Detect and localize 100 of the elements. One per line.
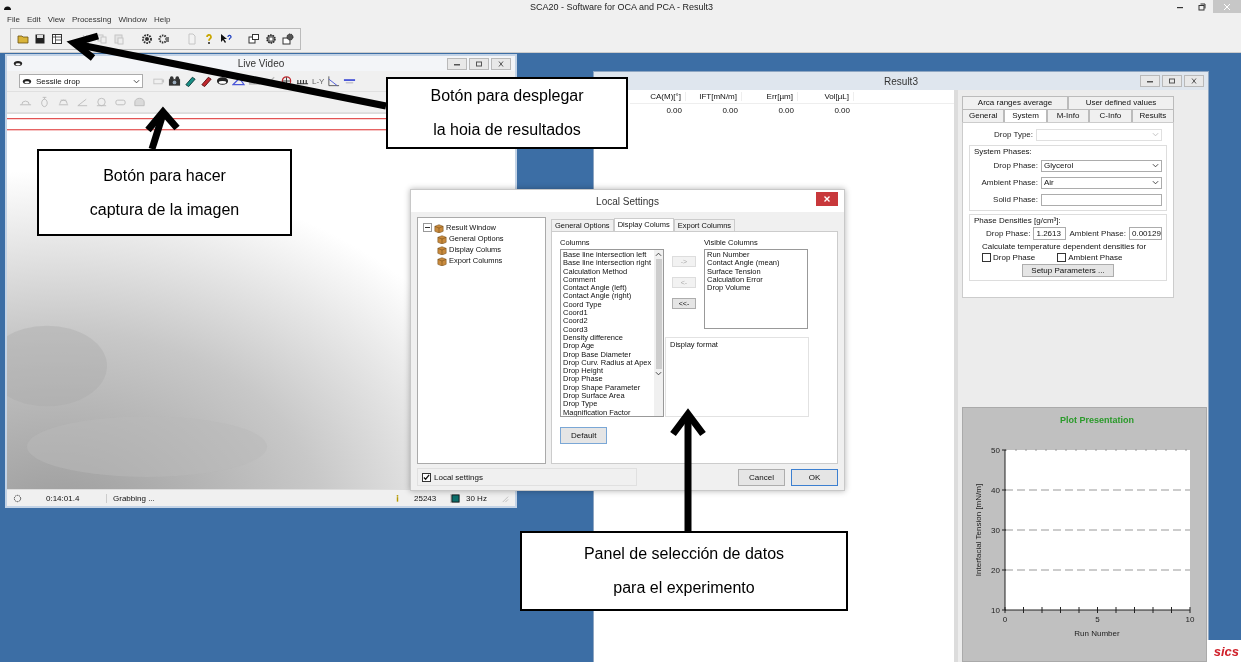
close-icon xyxy=(1190,78,1198,84)
column-header[interactable]: Err[µm] xyxy=(742,92,798,101)
pointer-help-icon[interactable] xyxy=(220,33,232,45)
chevron-down-icon xyxy=(1152,180,1159,185)
close-button[interactable] xyxy=(816,192,838,206)
note-text: Calculate temperature dependent densities for xyxy=(982,242,1148,251)
menu-item[interactable]: Edit xyxy=(26,15,41,24)
mode-dropdown[interactable]: Sessile drop xyxy=(19,74,143,88)
input-field[interactable] xyxy=(1041,193,1162,206)
help-icon[interactable] xyxy=(203,33,215,45)
status-time: 0:14:01.4 xyxy=(46,493,107,503)
tab[interactable]: System xyxy=(1004,109,1047,122)
dialog-button[interactable]: OK xyxy=(791,468,838,486)
phase-dropdown[interactable]: Glycerol xyxy=(1041,159,1162,172)
tab[interactable]: Results xyxy=(1131,109,1175,122)
axis-label: Interfacial Tension [mN/m] xyxy=(973,483,983,577)
gear-hand-icon[interactable] xyxy=(158,33,170,45)
tab[interactable]: General xyxy=(962,109,1005,122)
scroll-up-icon[interactable] xyxy=(655,252,662,257)
windows-icon[interactable] xyxy=(248,33,260,45)
tab[interactable]: Arca ranges average xyxy=(962,96,1068,109)
annotation-box: Botón para desplegar la hoia de resultados xyxy=(386,77,628,149)
camera-icon[interactable] xyxy=(168,75,181,87)
box-icon xyxy=(437,244,447,255)
column-header[interactable]: Vol[µL] xyxy=(798,92,854,101)
checkbox[interactable] xyxy=(982,253,991,262)
default-button[interactable]: Default xyxy=(560,427,608,444)
eye-icon[interactable] xyxy=(216,75,229,87)
status-rate: 30 Hz xyxy=(466,493,488,503)
maximize-icon xyxy=(475,60,483,67)
phase-dropdown[interactable]: Air xyxy=(1041,176,1162,189)
gear-icon[interactable] xyxy=(265,33,277,45)
restore-icon xyxy=(1198,2,1206,11)
field-label: Ambient Phase: xyxy=(1069,229,1126,238)
checkbox[interactable] xyxy=(1057,253,1067,262)
menu-item[interactable]: View xyxy=(47,15,65,24)
gear-icon[interactable] xyxy=(141,33,153,45)
tab[interactable]: M-Info xyxy=(1046,109,1090,122)
maximize-button[interactable] xyxy=(1162,75,1182,87)
tick-label: 20 xyxy=(990,566,1000,575)
menu-item[interactable]: Processing xyxy=(71,15,112,24)
maximize-icon xyxy=(1168,78,1176,84)
tick-label: 30 xyxy=(990,526,1000,535)
status-message: Grabbing ... xyxy=(113,493,156,503)
window-title: Result3 xyxy=(884,75,918,87)
gear-window-icon[interactable] xyxy=(282,33,294,45)
close-button[interactable] xyxy=(1184,75,1204,87)
box-icon xyxy=(434,222,444,233)
close-icon xyxy=(497,60,505,67)
tick-label: 50 xyxy=(990,446,1000,455)
table-cell-text: 0.00 xyxy=(777,105,795,115)
tick-label: 0 xyxy=(1002,615,1007,624)
tab[interactable]: User defined values xyxy=(1068,96,1174,109)
group-title: System Phases: xyxy=(974,147,1033,156)
tick-label: 10 xyxy=(990,606,1000,615)
minimize-button[interactable] xyxy=(447,57,467,70)
checkbox[interactable] xyxy=(422,472,431,482)
menu-item[interactable]: Window xyxy=(118,15,147,24)
column-header[interactable]: CA(M)[°] xyxy=(630,92,686,101)
window-title: Live Video xyxy=(237,58,285,69)
copy-icon[interactable] xyxy=(96,33,108,45)
checkbox-label: Local settings xyxy=(434,472,483,482)
collapse-icon[interactable] xyxy=(423,223,432,232)
marker-icon[interactable] xyxy=(184,75,197,87)
table-icon[interactable] xyxy=(51,33,63,45)
field-label: Solid Phase: xyxy=(992,195,1038,204)
menu-item[interactable]: File xyxy=(7,15,20,24)
column-header[interactable]: IFT[mN/m] xyxy=(686,92,742,101)
menu-item[interactable]: Help xyxy=(153,15,171,24)
square-icon xyxy=(451,493,460,503)
input-field[interactable]: 1.2613 xyxy=(1033,227,1067,240)
clock-icon xyxy=(13,493,22,503)
save-icon[interactable] xyxy=(34,33,46,45)
field-label: Drop Phase: xyxy=(992,161,1038,170)
size-grip-icon[interactable] xyxy=(500,493,509,503)
input-field[interactable]: 0.00129 xyxy=(1128,227,1162,240)
box-icon xyxy=(437,233,447,244)
minimize-icon xyxy=(1146,78,1154,84)
group-title: Phase Densities [g/cm³]: xyxy=(974,216,1062,225)
table-cell-text: 0.00 xyxy=(721,105,739,115)
scrollbar[interactable] xyxy=(654,250,663,416)
scroll-down-icon[interactable] xyxy=(655,371,662,376)
marker-icon[interactable] xyxy=(200,75,213,87)
box-icon xyxy=(437,255,447,266)
axis-label: Run Number xyxy=(1073,629,1120,638)
dialog-button[interactable]: Cancel xyxy=(738,468,785,486)
table-cell-text: 0.00 xyxy=(833,105,851,115)
setup-parameters-button[interactable]: Setup Parameters ... xyxy=(1022,264,1114,277)
tick-label: 40 xyxy=(990,486,1000,495)
angle-icon[interactable] xyxy=(327,75,341,87)
annotation-box: Botón para hacer captura de la imagen xyxy=(37,149,292,236)
tab[interactable]: C-Info xyxy=(1089,109,1132,122)
close-button[interactable] xyxy=(491,57,511,70)
maximize-button[interactable] xyxy=(469,57,489,70)
dialog-title: Local Settings xyxy=(596,195,659,207)
table-cell-text: 0.00 xyxy=(665,105,683,115)
minimize-button[interactable] xyxy=(1140,75,1160,87)
tool-label[interactable]: L-Y xyxy=(312,76,325,86)
logo: sics xyxy=(1207,640,1241,662)
folder-icon[interactable] xyxy=(17,33,29,45)
